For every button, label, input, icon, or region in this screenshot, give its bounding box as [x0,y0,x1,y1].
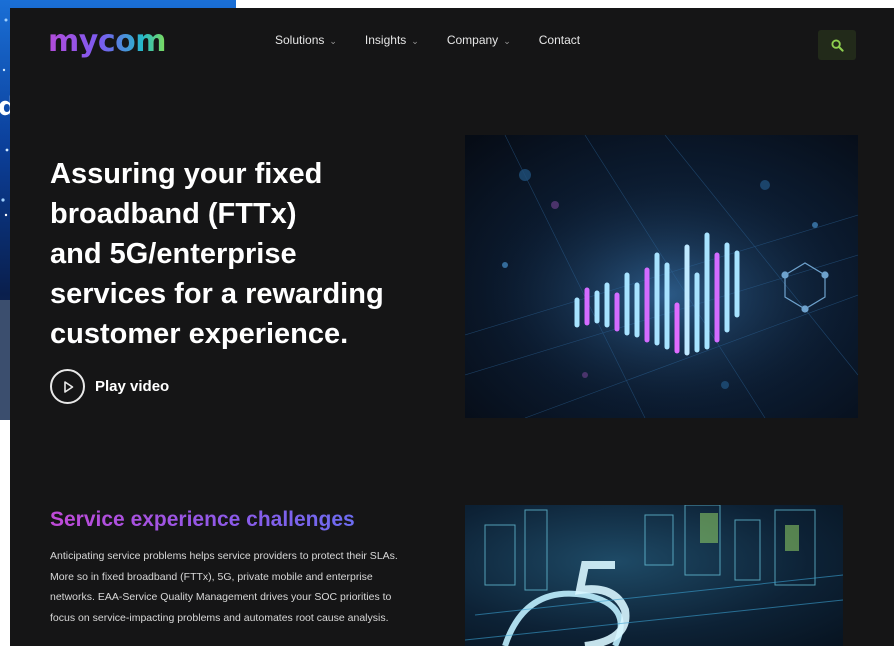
hero-title-line: customer experience. [50,318,349,350]
nav-item-label: Insights [364,33,407,47]
hero-image [465,135,858,418]
chevron-down-icon: ⌄ [503,35,511,46]
city-5g-visual [465,505,843,646]
hero-title-line: and 5G/enterprise [50,238,297,270]
section-body-line: focus on service-impacting problems and … [50,611,389,624]
section-body-line: networks. EAA-Service Quality Management… [50,591,392,603]
chevron-down-icon: ⌄ [411,35,419,46]
nav-item-company[interactable]: Company ⌄ [447,33,511,47]
top-navigation: mycom Solutions ⌄ Insights ⌄ Company ⌄ C… [10,8,894,70]
play-icon [50,369,85,404]
nav-item-label: Contact [538,33,581,47]
nav-item-label: Company [446,33,499,47]
nav-item-contact[interactable]: Contact [539,33,580,47]
search-button[interactable] [818,30,856,60]
section-body-line: More so in fixed broadband (FTTx), 5G, p… [50,570,373,583]
play-video-label: Play video [95,378,170,395]
main-page: mycom Solutions ⌄ Insights ⌄ Company ⌄ C… [10,8,894,646]
hero-title-line: Assuring your fixed [50,158,323,190]
section-image [465,505,843,646]
play-video-button[interactable]: Play video [50,369,169,404]
hero-title: Assuring your fixed broadband (FTTx) and… [50,154,430,354]
nav-menu: Solutions ⌄ Insights ⌄ Company ⌄ Contact [275,33,608,47]
nav-item-label: Solutions [275,33,325,47]
hero-title-line: services for a rewarding [50,278,384,310]
section-body-line: Anticipating service problems helps serv… [50,550,398,562]
nav-item-solutions[interactable]: Solutions ⌄ [275,33,337,47]
search-icon [830,38,844,52]
nav-item-insights[interactable]: Insights ⌄ [365,33,419,47]
section-body: Anticipating service problems helps serv… [50,546,450,628]
section-title: Service experience challenges [50,508,355,531]
hero-data-visual [465,135,858,418]
hero-title-line: broadband (FTTx) [50,198,297,230]
chevron-down-icon: ⌄ [329,35,337,46]
mycom-logo[interactable]: mycom [48,24,166,59]
